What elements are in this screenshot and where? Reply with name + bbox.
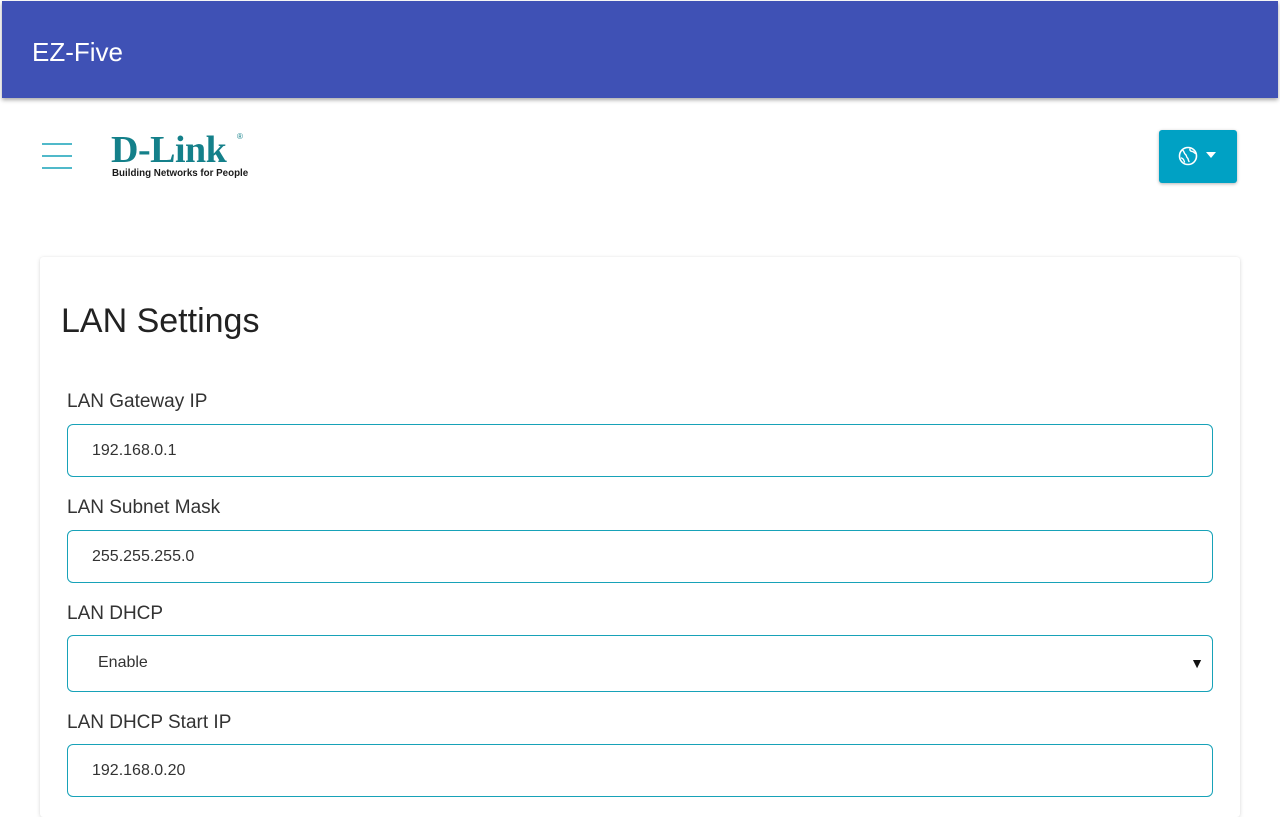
subnet-mask-label: LAN Subnet Mask <box>67 497 221 518</box>
logo-registered-mark: ® <box>237 132 243 141</box>
dlink-logo: D-Link ® Building Networks for People <box>110 130 250 182</box>
gateway-ip-label: LAN Gateway IP <box>67 391 208 412</box>
dropdown-arrow-icon: ▼ <box>1190 655 1204 671</box>
logo-tagline: Building Networks for People <box>112 167 249 179</box>
dhcp-label: LAN DHCP <box>67 603 164 624</box>
gateway-ip-input[interactable] <box>67 424 1213 477</box>
subnet-mask-input[interactable] <box>67 530 1213 583</box>
dhcp-select[interactable]: Enable ▼ <box>67 635 1213 692</box>
logo-brand: D-Link <box>111 129 227 171</box>
hamburger-menu-icon <box>42 143 72 169</box>
globe-icon <box>1178 146 1198 166</box>
menu-button[interactable] <box>40 140 74 174</box>
page-title: LAN Settings <box>61 302 260 340</box>
caret-down-icon <box>1206 152 1216 158</box>
app-bar: EZ-Five <box>2 1 1278 98</box>
language-button[interactable] <box>1159 130 1237 183</box>
dhcp-start-ip-input[interactable] <box>67 744 1213 797</box>
dhcp-start-ip-label: LAN DHCP Start IP <box>67 712 232 733</box>
lan-settings-card: LAN Settings LAN Gateway IP LAN Subnet M… <box>40 257 1240 817</box>
dhcp-selected-value: Enable <box>98 654 148 671</box>
app-title: EZ-Five <box>32 37 123 67</box>
